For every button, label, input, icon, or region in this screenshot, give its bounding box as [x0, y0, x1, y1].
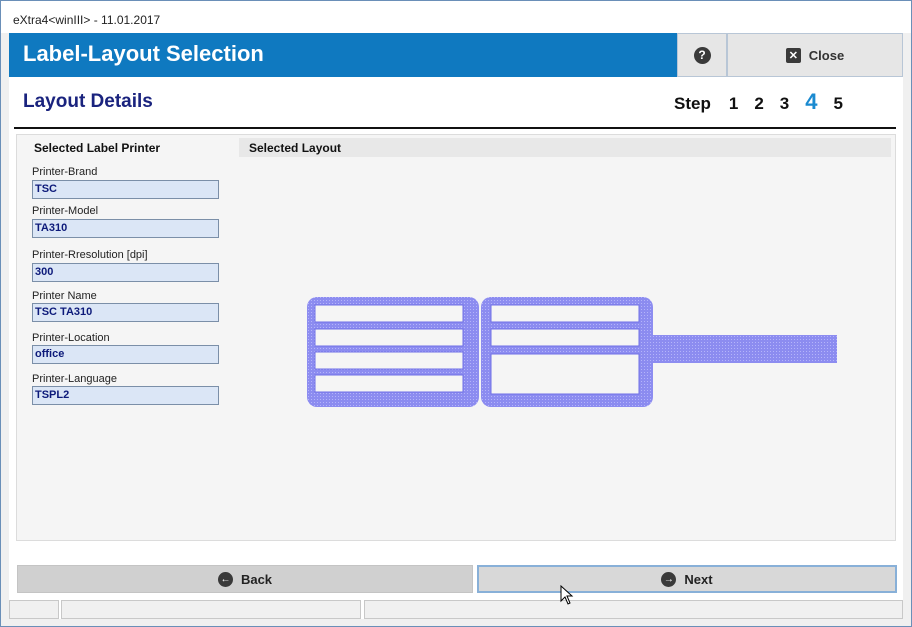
application-window: eXtra4<winIII> - 11.01.2017 Label-Layout… — [0, 0, 912, 627]
step-1: 1 — [728, 94, 739, 113]
label-slot — [314, 374, 464, 393]
printer-location-field[interactable]: office — [32, 345, 219, 364]
field-label-resolution: Printer-Rresolution [dpi] — [32, 249, 148, 261]
field-label-language: Printer-Language — [32, 373, 118, 385]
question-mark-icon: ? — [693, 46, 711, 64]
step-2: 2 — [754, 94, 764, 113]
label-slot-large — [490, 353, 640, 395]
step-5: 5 — [833, 94, 843, 113]
close-button[interactable]: ✕ Close — [727, 33, 903, 77]
printer-heading: Selected Label Printer — [34, 141, 161, 155]
close-x-icon: ✕ — [785, 47, 801, 63]
next-button[interactable]: → Next — [477, 565, 897, 593]
label-slot — [490, 328, 640, 347]
field-label-location: Printer-Location — [32, 332, 110, 344]
label-layout-preview — [307, 297, 837, 407]
printer-brand-field[interactable]: TSC — [32, 180, 219, 199]
mouse-cursor-icon — [560, 585, 574, 605]
status-segment-2 — [61, 600, 361, 619]
window-title: eXtra4<winIII> - 11.01.2017 — [13, 13, 161, 27]
details-panel: Selected Label Printer Printer-Brand TSC… — [16, 134, 896, 541]
header-banner: Label-Layout Selection ? ✕ Close — [9, 33, 903, 77]
printer-name-field[interactable]: TSC TA310 — [32, 303, 219, 322]
label-extension — [647, 335, 837, 363]
label-slot — [314, 304, 464, 323]
arrow-right-icon: → — [661, 571, 677, 587]
next-button-label: Next — [684, 571, 713, 587]
printer-language-field[interactable]: TSPL2 — [32, 386, 219, 405]
close-button-label: Close — [808, 47, 845, 63]
section-divider — [14, 127, 896, 129]
printer-model-field[interactable]: TA310 — [32, 219, 219, 238]
main-content: Layout Details Step 1 2 3 4 5 Selected L… — [9, 77, 903, 619]
window-titlebar: eXtra4<winIII> - 11.01.2017 — [1, 1, 911, 33]
label-slot — [490, 304, 640, 323]
layout-heading: Selected Layout — [239, 138, 891, 157]
help-button[interactable]: ? — [677, 33, 727, 77]
section-title: Layout Details — [23, 91, 153, 112]
step-label: Step — [674, 94, 711, 113]
field-label-name: Printer Name — [32, 290, 97, 302]
label-slot — [314, 328, 464, 347]
field-label-brand: Printer-Brand — [32, 166, 98, 178]
status-segment-3 — [364, 600, 903, 619]
status-segment-1 — [9, 600, 59, 619]
step-4-current: 4 — [805, 89, 818, 114]
step-indicator: Step 1 2 3 4 5 — [674, 89, 859, 117]
label-slot — [314, 351, 464, 370]
back-button-label: Back — [240, 571, 273, 587]
printer-resolution-field[interactable]: 300 — [32, 263, 219, 282]
step-3: 3 — [779, 94, 790, 113]
back-button[interactable]: ← Back — [17, 565, 473, 593]
arrow-left-icon: ← — [217, 571, 233, 587]
field-label-model: Printer-Model — [32, 205, 99, 217]
page-title: Label-Layout Selection — [23, 41, 264, 66]
